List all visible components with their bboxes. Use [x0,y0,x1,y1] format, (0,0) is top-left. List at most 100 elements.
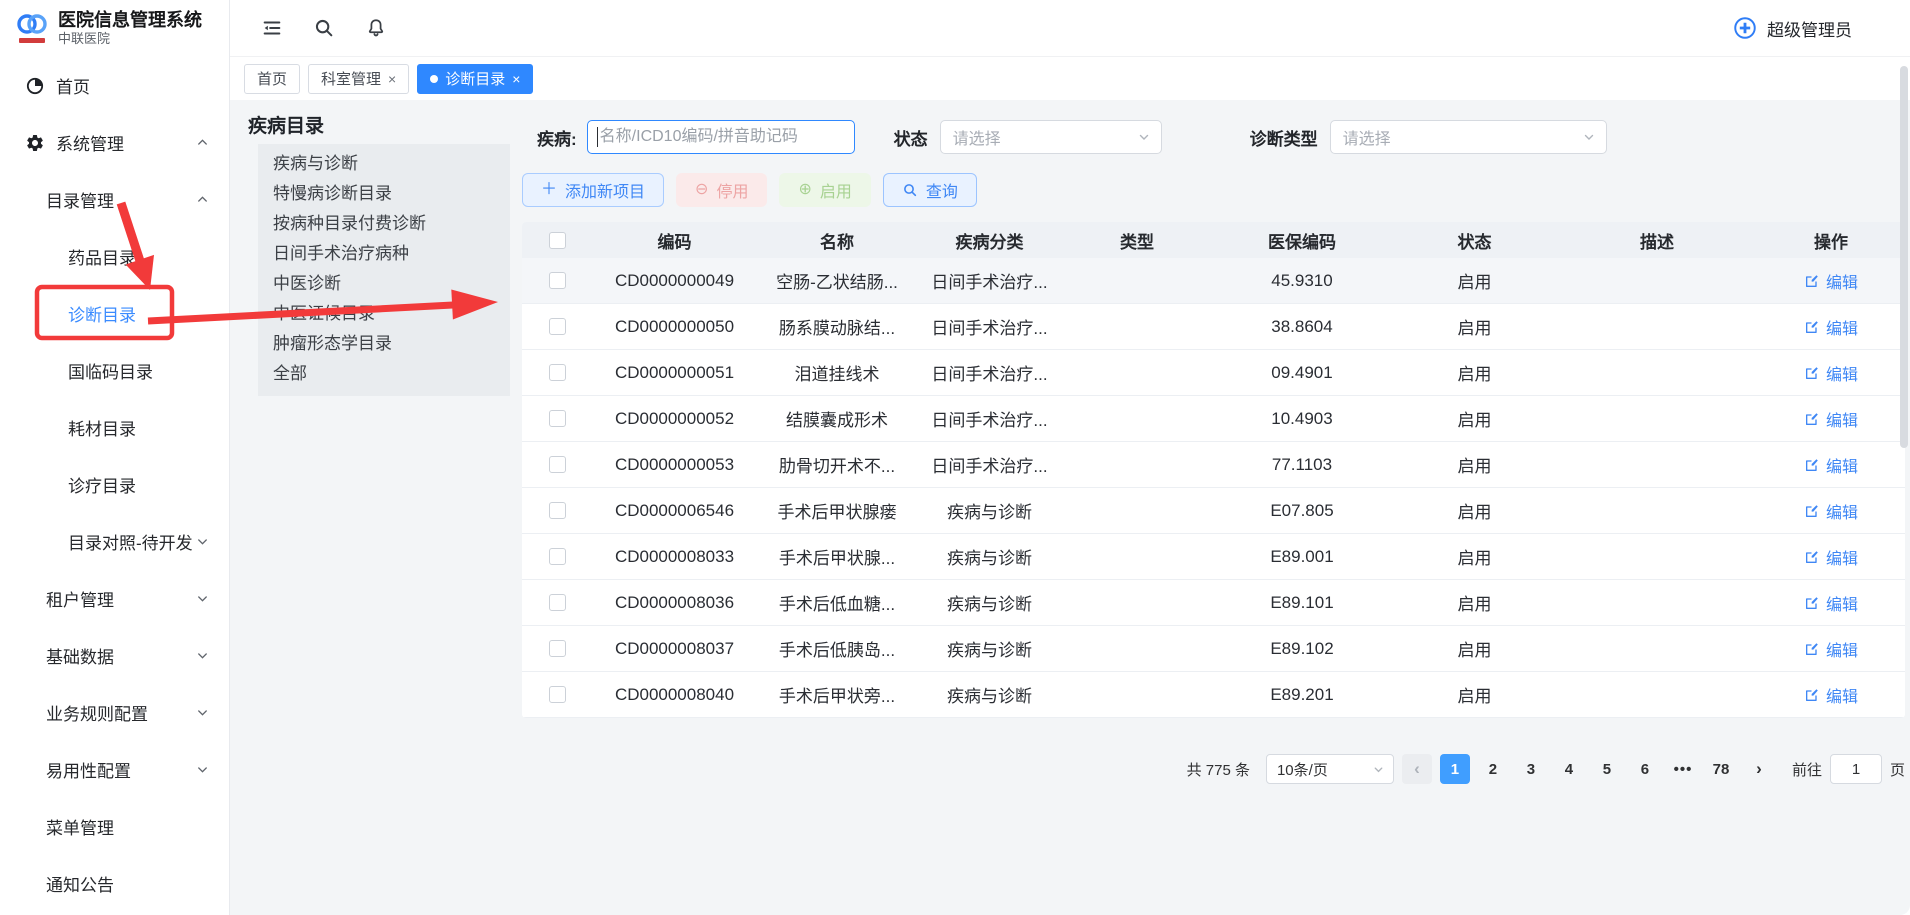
edit-button[interactable]: 编辑 [1804,315,1858,339]
sidebar-item-8[interactable]: 目录对照-待开发 [0,513,229,570]
chevron-down-icon [195,648,211,664]
vertical-scrollbar[interactable] [1900,66,1908,448]
cell-name: 手术后甲状旁... [757,682,917,707]
sidebar-item-7[interactable]: 诊疗目录 [0,456,229,513]
catalog-item-5[interactable]: 中医证候目录 [273,299,510,329]
enable-button[interactable]: ⊕ 启用 [779,173,870,207]
edit-button[interactable]: 编辑 [1804,683,1858,707]
sidebar-item-10[interactable]: 基础数据 [0,627,229,684]
prev-page-button[interactable]: ‹ [1402,754,1432,784]
close-icon[interactable]: × [388,72,396,86]
cell-status: 启用 [1392,406,1557,431]
edit-button[interactable]: 编辑 [1804,637,1858,661]
row-checkbox[interactable] [549,272,566,289]
total-count: 共 775 条 [1187,759,1250,780]
page-button-1[interactable]: 1 [1440,754,1470,784]
edit-button[interactable]: 编辑 [1804,269,1858,293]
catalog-item-1[interactable]: 特慢病诊断目录 [273,179,510,209]
edit-button[interactable]: 编辑 [1804,499,1858,523]
page-button-5[interactable]: 5 [1592,754,1622,784]
row-checkbox[interactable] [549,364,566,381]
edit-icon [1804,595,1820,611]
cell-category: 疾病与诊断 [917,498,1062,523]
page-button-4[interactable]: 4 [1554,754,1584,784]
logo-row: 医院信息管理系统 中联医院 [0,0,229,57]
close-icon[interactable]: × [512,72,520,86]
status-label: 状态 [894,125,928,150]
next-page-button[interactable]: › [1744,754,1774,784]
cell-name: 结膜囊成形术 [757,406,917,431]
edit-button[interactable]: 编辑 [1804,361,1858,385]
more-pages-icon[interactable]: ••• [1668,754,1698,784]
row-checkbox[interactable] [549,410,566,427]
enable-label: 启用 [820,178,852,202]
row-checkbox[interactable] [549,640,566,657]
row-checkbox[interactable] [549,502,566,519]
sidebar-item-0[interactable]: 首页 [0,57,229,114]
cell-category: 日间手术治疗... [917,406,1062,431]
sidebar-item-12[interactable]: 易用性配置 [0,741,229,798]
sidebar-item-2[interactable]: 目录管理 [0,171,229,228]
logo-caption [19,38,45,43]
catalog-item-6[interactable]: 肿瘤形态学目录 [273,329,510,359]
catalog-item-4[interactable]: 中医诊断 [273,269,510,299]
column-header-7: 操作 [1757,228,1905,253]
sidebar-item-1[interactable]: 系统管理 [0,114,229,171]
content-area: 疾病目录 疾病与诊断特慢病诊断目录按病种目录付费诊断日间手术治疗病种中医诊断中医… [230,100,1910,915]
sidebar-item-diagnosis-catalog[interactable]: 诊断目录 [0,285,229,342]
user-menu[interactable]: 超级管理员 [1732,15,1852,41]
tab-2[interactable]: 诊断目录× [417,64,533,94]
sidebar-item-13[interactable]: 菜单管理 [0,798,229,855]
row-checkbox[interactable] [549,456,566,473]
select-all-checkbox[interactable] [549,232,566,249]
page-button-3[interactable]: 3 [1516,754,1546,784]
sidebar-item-6[interactable]: 耗材目录 [0,399,229,456]
search-icon[interactable] [312,16,336,40]
edit-button[interactable]: 编辑 [1804,545,1858,569]
row-checkbox[interactable] [549,318,566,335]
cell-status: 启用 [1392,544,1557,569]
row-checkbox[interactable] [549,594,566,611]
cell-name: 泪道挂线术 [757,360,917,385]
disease-search-input[interactable] [587,120,855,154]
gear-icon [24,132,46,154]
row-checkbox[interactable] [549,686,566,703]
chevron-down-icon [195,705,211,721]
page-button-2[interactable]: 2 [1478,754,1508,784]
diagnosis-type-select[interactable]: 请选择 [1330,120,1607,154]
sidebar-item-3[interactable]: 药品目录 [0,228,229,285]
query-button[interactable]: 查询 [883,173,977,207]
tab-0[interactable]: 首页 [244,64,300,94]
sidebar-item-14[interactable]: 通知公告 [0,855,229,912]
page-button-6[interactable]: 6 [1630,754,1660,784]
column-header-6: 描述 [1557,228,1757,253]
page-size-select[interactable]: 10条/页 [1266,754,1394,784]
goto-page-input[interactable] [1830,754,1882,784]
catalog-item-2[interactable]: 按病种目录付费诊断 [273,209,510,239]
status-select-value: 请选择 [953,125,1001,149]
edit-button[interactable]: 编辑 [1804,591,1858,615]
edit-button[interactable]: 编辑 [1804,407,1858,431]
sidebar-item-label: 基础数据 [46,643,195,668]
bell-icon[interactable] [364,16,388,40]
catalog-item-3[interactable]: 日间手术治疗病种 [273,239,510,269]
edit-icon [1804,411,1820,427]
tab-1[interactable]: 科室管理 × [308,64,409,94]
disable-button[interactable]: ⊖ 停用 [676,173,767,207]
cell-status: 启用 [1392,590,1557,615]
cell-insurance-code: E89.102 [1212,639,1392,659]
row-checkbox[interactable] [549,548,566,565]
sidebar-item-5[interactable]: 国临码目录 [0,342,229,399]
add-item-button[interactable]: ＋ 添加新项目 [522,173,664,207]
collapse-menu-icon[interactable] [260,16,284,40]
page-button-78[interactable]: 78 [1706,754,1736,784]
catalog-item-7[interactable]: 全部 [273,359,510,389]
tab-label: 科室管理 [321,68,381,89]
sidebar-item-11[interactable]: 业务规则配置 [0,684,229,741]
catalog-item-0[interactable]: 疾病与诊断 [273,149,510,179]
status-select[interactable]: 请选择 [940,120,1162,154]
sidebar-item-9[interactable]: 租户管理 [0,570,229,627]
chevron-down-icon [195,762,211,778]
edit-button[interactable]: 编辑 [1804,453,1858,477]
cell-code: CD0000000052 [592,409,757,429]
